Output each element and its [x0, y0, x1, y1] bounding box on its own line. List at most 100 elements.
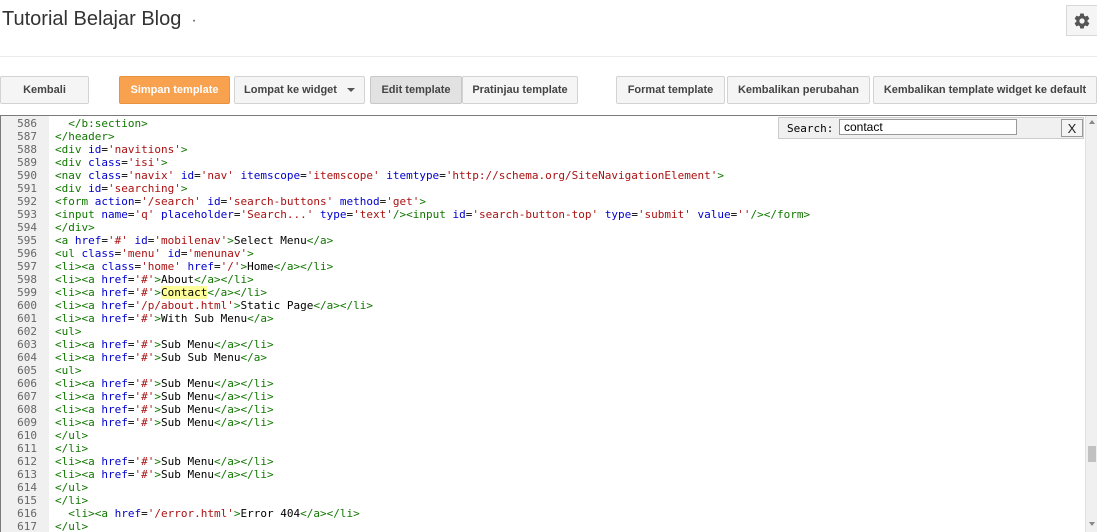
code-line[interactable]: 609 <li><a href='#'>Sub Menu</a></li>: [1, 416, 1085, 429]
code-text: <li><a href='#'>Sub Menu</a></li>: [55, 377, 274, 390]
line-number: 616: [17, 507, 37, 520]
line-number: 607: [17, 390, 37, 403]
editor-scrollbar[interactable]: [1085, 116, 1097, 532]
line-number: 605: [17, 364, 37, 377]
code-line[interactable]: 613 <li><a href='#'>Sub Menu</a></li>: [1, 468, 1085, 481]
code-text: <ul>: [55, 364, 82, 377]
code-text: </ul>: [55, 429, 89, 442]
line-number: 591: [17, 182, 37, 195]
code-line[interactable]: 611 </li>: [1, 442, 1085, 455]
scroll-thumb[interactable]: [1088, 446, 1096, 462]
code-line[interactable]: 610 </ul>: [1, 429, 1085, 442]
code-line[interactable]: 598 <li><a href='#'>About</a></li>: [1, 273, 1085, 286]
code-text: <li><a href='#'>Sub Menu</a></li>: [55, 390, 274, 403]
line-number: 599: [17, 286, 37, 299]
code-line[interactable]: 595 <a href='#' id='mobilenav'>Select Men…: [1, 234, 1085, 247]
code-line[interactable]: 606 <li><a href='#'>Sub Menu</a></li>: [1, 377, 1085, 390]
code-line[interactable]: 599 <li><a href='#'>Contact</a></li>: [1, 286, 1085, 299]
code-line[interactable]: 608 <li><a href='#'>Sub Menu</a></li>: [1, 403, 1085, 416]
format-template-button[interactable]: Format template: [616, 76, 725, 104]
title-dot: ·: [191, 12, 197, 29]
code-text: <a href='#' id='mobilenav'>Select Menu</…: [55, 234, 334, 247]
code-text: <nav class='navix' id='nav' itemscope='i…: [55, 169, 724, 182]
line-number: 596: [17, 247, 37, 260]
code-text: <div class='isi'>: [55, 156, 168, 169]
line-number: 594: [17, 221, 37, 234]
code-lines[interactable]: 586 </b:section> 587 </header> 588 <div id='…: [1, 117, 1085, 532]
code-text: <li><a href='/error.html'>Error 404</a><…: [68, 507, 360, 520]
code-line[interactable]: 615 </li>: [1, 494, 1085, 507]
code-text: <li><a href='/p/about.html'>Static Page<…: [55, 299, 373, 312]
code-text: <li><a href='#'>With Sub Menu</a>: [55, 312, 274, 325]
code-line[interactable]: 616 <li><a href='/error.html'>Error 404<…: [1, 507, 1085, 520]
jump-to-widget-label: Lompat ke widget: [244, 84, 337, 96]
line-number: 603: [17, 338, 37, 351]
code-text: <input name='q' placeholder='Search...' …: [55, 208, 811, 221]
code-line[interactable]: 614 </ul>: [1, 481, 1085, 494]
line-number: 589: [17, 156, 37, 169]
code-line[interactable]: 600 <li><a href='/p/about.html'>Static Pa…: [1, 299, 1085, 312]
code-text: <div id='searching'>: [55, 182, 188, 195]
line-number: 590: [17, 169, 37, 182]
code-line[interactable]: 607 <li><a href='#'>Sub Menu</a></li>: [1, 390, 1085, 403]
code-line[interactable]: 594 </div>: [1, 221, 1085, 234]
jump-to-widget-dropdown[interactable]: Lompat ke widget: [234, 76, 365, 104]
code-text: <form action='/search' id='search-button…: [55, 195, 426, 208]
save-template-button[interactable]: Simpan template: [119, 76, 230, 104]
code-text: <li><a href='#'>Sub Menu</a></li>: [55, 403, 274, 416]
code-line[interactable]: 593 <input name='q' placeholder='Search..…: [1, 208, 1085, 221]
line-number: 593: [17, 208, 37, 221]
code-line[interactable]: 596 <ul class='menu' id='menunav'>: [1, 247, 1085, 260]
code-text: <ul class='menu' id='menunav'>: [55, 247, 254, 260]
code-line[interactable]: 588 <div id='navitions'>: [1, 143, 1085, 156]
blog-title-text: Tutorial Belajar Blog: [2, 8, 182, 30]
code-line[interactable]: 590 <nav class='navix' id='nav' itemscope…: [1, 169, 1085, 182]
line-number: 614: [17, 481, 37, 494]
settings-button[interactable]: [1066, 5, 1097, 36]
search-panel: Search: X: [778, 117, 1084, 139]
revert-changes-button[interactable]: Kembalikan perubahan: [727, 76, 870, 104]
scroll-down-icon[interactable]: [1089, 522, 1095, 526]
scroll-up-icon[interactable]: [1089, 120, 1095, 124]
code-line[interactable]: 604 <li><a href='#'>Sub Sub Menu</a>: [1, 351, 1085, 364]
code-line[interactable]: 597 <li><a class='home' href='/'>Home</a>…: [1, 260, 1085, 273]
code-text: </b:section>: [68, 117, 148, 130]
line-number: 598: [17, 273, 37, 286]
gear-icon: [1074, 12, 1090, 29]
edit-template-button[interactable]: Edit template: [370, 76, 462, 104]
line-number: 586: [17, 117, 37, 130]
line-number: 602: [17, 325, 37, 338]
code-line[interactable]: 612 <li><a href='#'>Sub Menu</a></li>: [1, 455, 1085, 468]
code-text: </div>: [55, 221, 95, 234]
code-line[interactable]: 592 <form action='/search' id='search-but…: [1, 195, 1085, 208]
revert-widget-defaults-button[interactable]: Kembalikan template widget ke default: [873, 76, 1097, 104]
line-number: 612: [17, 455, 37, 468]
back-button[interactable]: Kembali: [0, 76, 89, 104]
code-line[interactable]: 601 <li><a href='#'>With Sub Menu</a>: [1, 312, 1085, 325]
code-line[interactable]: 605 <ul>: [1, 364, 1085, 377]
code-text: <li><a href='#'>Sub Menu</a></li>: [55, 416, 274, 429]
preview-template-button[interactable]: Pratinjau template: [462, 76, 578, 104]
code-text: <li><a href='#'>About</a></li>: [55, 273, 254, 286]
code-line[interactable]: 602 <ul>: [1, 325, 1085, 338]
line-number: 613: [17, 468, 37, 481]
code-text: <li><a href='#'>Sub Menu</a></li>: [55, 468, 274, 481]
template-code-editor[interactable]: 586 </b:section> 587 </header> 588 <div id='…: [0, 115, 1097, 532]
search-input[interactable]: [839, 119, 1017, 135]
line-number: 617: [17, 520, 37, 532]
line-number: 587: [17, 130, 37, 143]
header-divider: [0, 56, 1097, 57]
code-text: <li><a href='#'>Contact</a></li>: [55, 286, 267, 299]
code-text: <li><a href='#'>Sub Menu</a></li>: [55, 455, 274, 468]
blog-title: Tutorial Belajar Blog ·: [2, 8, 197, 31]
line-number: 588: [17, 143, 37, 156]
line-number: 606: [17, 377, 37, 390]
close-search-button[interactable]: X: [1061, 119, 1083, 137]
line-number: 600: [17, 299, 37, 312]
code-line[interactable]: 603 <li><a href='#'>Sub Menu</a></li>: [1, 338, 1085, 351]
code-text: <li><a class='home' href='/'>Home</a></l…: [55, 260, 334, 273]
code-line[interactable]: 591 <div id='searching'>: [1, 182, 1085, 195]
code-line[interactable]: 617 </ul>: [1, 520, 1085, 532]
code-line[interactable]: 589 <div class='isi'>: [1, 156, 1085, 169]
line-number: 601: [17, 312, 37, 325]
